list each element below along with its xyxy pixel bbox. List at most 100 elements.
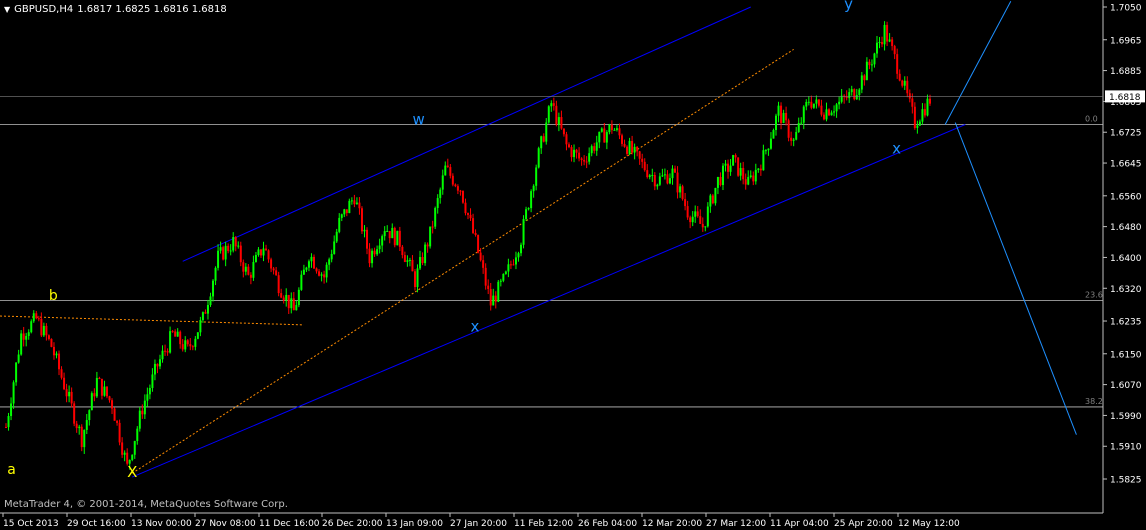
candle-body <box>153 363 156 375</box>
candle-body <box>891 39 894 47</box>
candle-body <box>492 295 495 306</box>
candle-body <box>262 248 265 256</box>
candle-body <box>484 267 487 286</box>
candle-body <box>5 426 7 428</box>
y-tick-label: 1.6150 <box>1110 350 1142 360</box>
candle-body <box>30 321 33 333</box>
candle-body <box>181 344 184 350</box>
candle-body <box>686 206 689 218</box>
wave-labels: a b Xw x y x <box>7 0 901 481</box>
candle-body <box>504 271 507 274</box>
candle-body <box>878 42 881 44</box>
candle-body <box>674 168 677 173</box>
candle-body <box>512 264 515 266</box>
candle-body <box>10 403 13 417</box>
candle-body <box>116 420 119 423</box>
candle-body <box>282 297 285 301</box>
median-line <box>131 48 794 474</box>
candle-body <box>921 109 924 122</box>
candle-body <box>585 161 588 163</box>
candle-body <box>189 344 192 347</box>
projection-up-line <box>944 0 1012 125</box>
candle-body <box>368 248 371 264</box>
candle-body <box>338 217 341 232</box>
candle-body <box>123 452 126 455</box>
candle-body <box>272 268 275 271</box>
x-tick-label: 11 Dec 16:00 <box>259 519 320 529</box>
candle-body <box>22 333 25 340</box>
current-price-label: 1.6818 <box>1109 93 1141 103</box>
candle-body <box>186 340 189 345</box>
candle-body <box>870 64 873 66</box>
x-tick-label: 29 Oct 16:00 <box>67 519 126 529</box>
candle-body <box>406 260 409 262</box>
candle-body <box>95 377 98 397</box>
candle-body <box>742 167 745 180</box>
candle-body <box>60 369 63 378</box>
candle-body <box>555 105 558 125</box>
candle-body <box>184 340 187 350</box>
candle-body <box>838 101 841 105</box>
wave-label: x <box>892 139 901 157</box>
candle-body <box>694 211 697 217</box>
x-tick-label: 27 Jan 20:00 <box>450 519 507 529</box>
y-tick-label: 1.6725 <box>1110 129 1142 139</box>
candle-body <box>275 270 278 276</box>
candle-body <box>141 410 144 415</box>
candle-body <box>699 216 702 224</box>
candle-body <box>7 416 10 428</box>
candle-body <box>381 236 384 246</box>
candle-body <box>550 103 553 107</box>
dropdown-triangle-icon[interactable]: ▼ <box>4 5 10 14</box>
candle-body <box>795 132 798 140</box>
candle-body <box>618 128 621 136</box>
candle-body <box>621 135 623 144</box>
candle-body <box>161 350 164 360</box>
candle-body <box>615 128 618 130</box>
candle-body <box>88 410 91 421</box>
candle-body <box>65 389 68 397</box>
candle-body <box>340 214 343 218</box>
candle-body <box>176 331 179 337</box>
candle-body <box>628 140 631 154</box>
candle-body <box>472 218 475 234</box>
x-tick-label: 11 Apr 04:00 <box>770 519 829 529</box>
candle-body <box>292 298 295 311</box>
candle-body <box>403 255 406 262</box>
candle-body <box>532 185 535 192</box>
candle-body <box>830 112 833 116</box>
projection-down-line <box>954 122 1077 435</box>
fib-level-label: 23.6 <box>1085 291 1103 300</box>
candle-body <box>254 254 257 263</box>
candle-body <box>419 257 422 269</box>
candle-body <box>376 249 379 255</box>
candle-body <box>744 179 747 185</box>
candle-body <box>588 153 591 162</box>
candle-body <box>709 195 712 207</box>
candle-body <box>590 146 593 154</box>
candle-body <box>252 262 255 278</box>
candle-body <box>229 250 232 252</box>
candle-body <box>926 98 929 116</box>
x-tick-label: 13 Nov 00:00 <box>131 519 192 529</box>
candle-body <box>169 331 172 353</box>
candle-body <box>391 227 394 239</box>
candle-body <box>63 377 66 390</box>
candle-body <box>567 144 570 148</box>
candle-body <box>439 189 442 199</box>
candle-body <box>868 61 871 66</box>
candle-body <box>451 175 454 185</box>
candle-body <box>58 353 61 370</box>
candle-body <box>792 139 795 141</box>
candle-body <box>800 122 803 124</box>
candle-body <box>194 338 197 347</box>
candle-body <box>696 211 699 217</box>
candle-body <box>47 335 50 339</box>
candle-body <box>467 213 469 215</box>
candle-body <box>855 95 858 100</box>
candle-body <box>108 396 111 401</box>
candle-body <box>929 98 931 104</box>
candle-body <box>479 252 482 261</box>
y-tick-label: 1.7050 <box>1110 4 1142 14</box>
price-chart[interactable]: 0.0 23.6 38.2 a b Xw x y x 1.7050 1.6965 1.6885 1.… <box>0 0 1146 530</box>
